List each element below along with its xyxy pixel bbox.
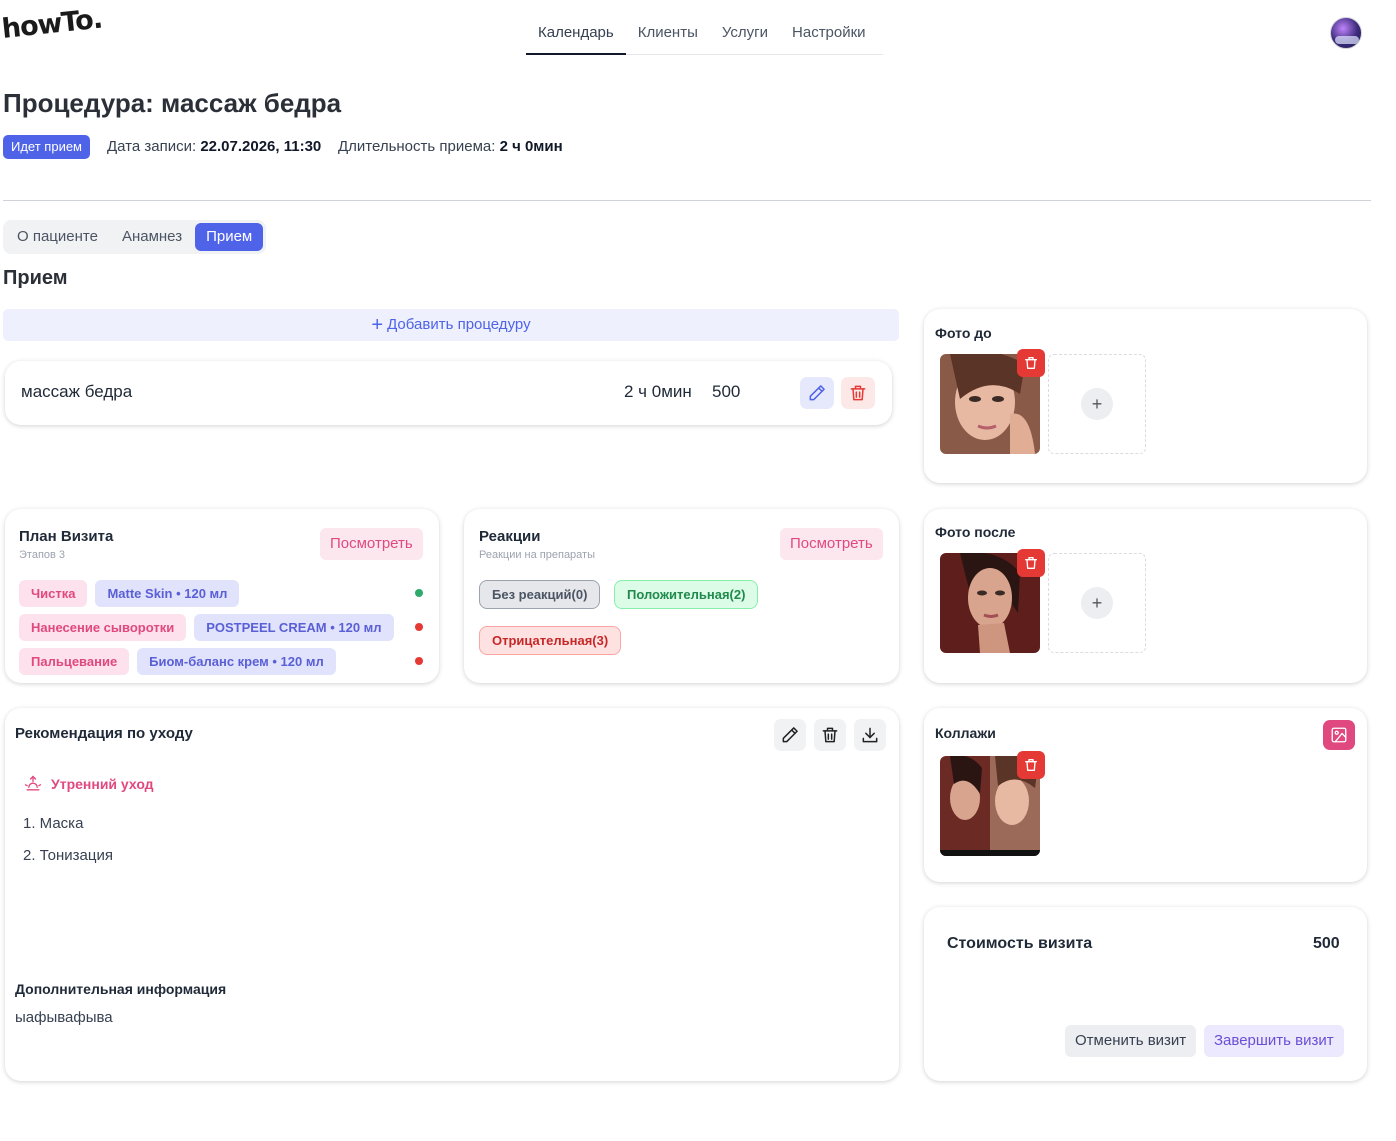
- status-badge: Идет прием: [3, 135, 90, 159]
- trash-icon: [1025, 759, 1037, 771]
- procedure-duration: 2 ч 0мин: [624, 382, 692, 401]
- care-item: 1. Маска: [23, 815, 84, 832]
- tab-patient[interactable]: О пациенте: [6, 223, 109, 251]
- header-divider: [3, 200, 1371, 201]
- download-care-button[interactable]: [854, 719, 886, 751]
- nav-clients[interactable]: Клиенты: [626, 12, 710, 55]
- appointment-date: Дата записи: 22.07.2026, 11:30: [107, 138, 321, 155]
- plan-step-chip: Чистка: [19, 580, 88, 607]
- reactions-subtitle: Реакции на препараты: [479, 549, 595, 561]
- care-item: 2. Тонизация: [23, 847, 113, 864]
- trash-icon: [850, 385, 866, 401]
- tab-anamnesis[interactable]: Анамнез: [111, 223, 193, 251]
- reactions-title: Реакции: [479, 528, 541, 545]
- delete-photo-after-button[interactable]: [1017, 549, 1045, 577]
- procedure-price: 500: [712, 382, 741, 401]
- duration-label: Длительность приема:: [338, 138, 496, 155]
- reaction-positive-chip[interactable]: Положительная(2): [614, 580, 759, 609]
- trash-icon: [1025, 557, 1037, 569]
- tab-appointment[interactable]: Прием: [195, 223, 264, 251]
- add-photo-after-button[interactable]: +: [1048, 553, 1146, 653]
- reaction-none-chip[interactable]: Без реакций(0): [479, 580, 601, 609]
- add-photo-before-button[interactable]: +: [1048, 354, 1146, 454]
- plan-row: Пальцевание Биом-баланс крем • 120 мл: [19, 648, 336, 675]
- plus-icon: +: [371, 314, 384, 336]
- visit-cost-card: Стоимость визита 500 Отменить визит Заве…: [924, 907, 1367, 1081]
- trash-icon: [1025, 357, 1037, 369]
- morning-care-title: Утренний уход: [51, 776, 154, 792]
- plan-subtitle: Этапов 3: [19, 549, 66, 561]
- collages-title: Коллажи: [935, 725, 996, 741]
- edit-care-button[interactable]: [774, 719, 806, 751]
- cost-value: 500: [1313, 935, 1340, 952]
- appointment-duration: Длительность приема: 2 ч 0мин: [338, 138, 563, 155]
- plan-title: План Визита: [19, 528, 114, 545]
- delete-procedure-button[interactable]: [841, 377, 875, 409]
- pencil-icon: [809, 385, 825, 401]
- section-title: Прием: [3, 267, 68, 289]
- plan-status-dot: [415, 589, 423, 597]
- date-value: 22.07.2026, 11:30: [200, 138, 322, 155]
- cost-label: Стоимость визита: [947, 935, 1093, 952]
- plan-product-chip: Биом-баланс крем • 120 мл: [137, 648, 336, 675]
- plan-product-chip: Matte Skin • 120 мл: [95, 580, 240, 607]
- plan-row: Чистка Matte Skin • 120 мл: [19, 580, 240, 607]
- plan-step-chip: Пальцевание: [19, 648, 130, 675]
- top-nav: Календарь Клиенты Услуги Настройки: [526, 12, 883, 55]
- care-recommendation-card: Рекомендация по уходу Утренний уход 1. М…: [5, 708, 899, 1081]
- photos-before-card: Фото до +: [924, 309, 1367, 483]
- reactions-view-button[interactable]: Посмотреть: [780, 528, 883, 560]
- duration-value: 2 ч 0мин: [499, 138, 563, 155]
- sunrise-icon: [24, 775, 42, 791]
- image-icon: [1331, 727, 1347, 743]
- edit-procedure-button[interactable]: [800, 377, 834, 409]
- delete-collage-button[interactable]: [1017, 751, 1045, 779]
- extra-info-title: Дополнительная информация: [15, 981, 227, 997]
- nav-settings[interactable]: Настройки: [780, 12, 878, 55]
- plus-icon: +: [1081, 587, 1113, 619]
- delete-care-button[interactable]: [814, 719, 846, 751]
- photos-before-title: Фото до: [935, 325, 992, 341]
- download-icon: [862, 727, 878, 743]
- add-procedure-button[interactable]: + Добавить процедуру: [3, 309, 899, 341]
- plan-status-dot: [415, 623, 423, 631]
- add-procedure-label: Добавить процедуру: [387, 316, 531, 333]
- plan-view-button[interactable]: Посмотреть: [320, 528, 423, 560]
- visit-plan-card: План Визита Этапов 3 Посмотреть Чистка M…: [5, 509, 439, 683]
- plan-row: Нанесение сыворотки POSTPEEL CREAM • 120…: [19, 614, 394, 641]
- nav-services[interactable]: Услуги: [710, 12, 780, 55]
- procedure-card: массаж бедра 2 ч 0мин 500: [5, 361, 892, 425]
- photos-after-card: Фото после +: [924, 509, 1367, 683]
- photos-after-title: Фото после: [935, 524, 1016, 540]
- plan-product-chip: POSTPEEL CREAM • 120 мл: [194, 614, 394, 641]
- plan-status-dot: [415, 657, 423, 665]
- page-title: Процедура: массаж бедра: [3, 88, 342, 118]
- create-collage-button[interactable]: [1323, 720, 1355, 750]
- trash-icon: [822, 727, 838, 743]
- reactions-card: Реакции Реакции на препараты Посмотреть …: [464, 509, 899, 683]
- procedure-name: массаж бедра: [21, 382, 133, 401]
- finish-visit-button[interactable]: Завершить визит: [1204, 1025, 1344, 1057]
- collages-card: Коллажи: [924, 708, 1367, 882]
- morning-care-heading: Утренний уход: [23, 774, 154, 794]
- user-avatar[interactable]: [1330, 17, 1362, 49]
- tab-bar: О пациенте Анамнез Прием: [3, 220, 267, 254]
- plan-step-chip: Нанесение сыворотки: [19, 614, 187, 641]
- extra-info-text: ыафывафыва: [15, 1009, 113, 1026]
- app-logo[interactable]: howTo.: [0, 4, 103, 45]
- reaction-negative-chip[interactable]: Отрицательная(3): [479, 626, 622, 655]
- cancel-visit-button[interactable]: Отменить визит: [1065, 1025, 1197, 1057]
- pencil-icon: [782, 727, 798, 743]
- care-title: Рекомендация по уходу: [15, 725, 193, 742]
- date-label: Дата записи:: [107, 138, 197, 155]
- nav-calendar[interactable]: Календарь: [526, 12, 626, 55]
- delete-photo-before-button[interactable]: [1017, 349, 1045, 377]
- plus-icon: +: [1081, 388, 1113, 420]
